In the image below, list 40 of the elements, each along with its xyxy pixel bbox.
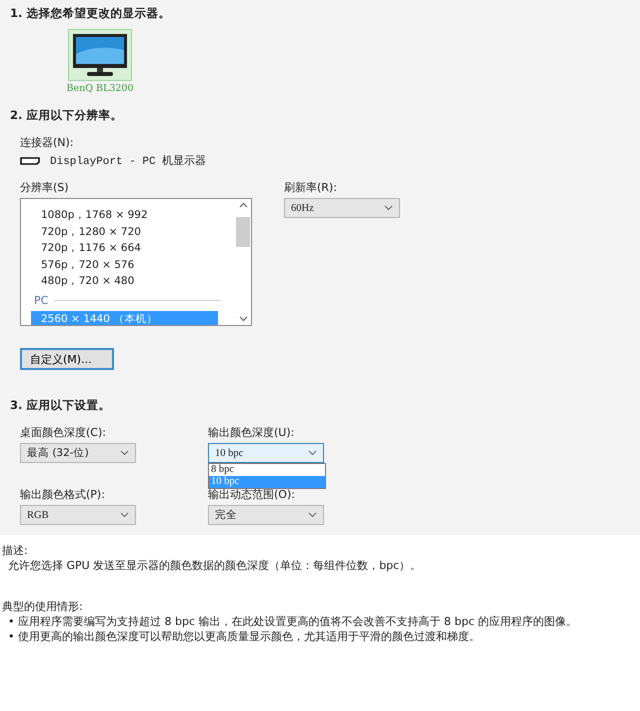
chevron-down-icon bbox=[308, 512, 317, 518]
description-label: 描述: bbox=[2, 543, 29, 558]
refresh-dropdown[interactable]: 60Hz bbox=[284, 198, 400, 218]
description-text: 允许您选择 GPU 发送至显示器的颜色数据的颜色深度（单位：每组件位数，bpc）。 bbox=[8, 558, 422, 573]
dropdown[interactable]: 最高 (32-位) bbox=[20, 443, 136, 463]
usage-bullet: • 使用更高的输出颜色深度可以帮助您以更高质量显示颜色，尤其适用于平滑的颜色过渡和梯度。 bbox=[8, 629, 481, 644]
usage-bullet: • 应用程序需要编写为支持超过 8 bpc 输出，在此处设置更高的值将不会改善不支持高于 8 bpc 的应用程序的图像。 bbox=[8, 614, 578, 629]
dropdown[interactable]: 10 bpc bbox=[208, 443, 324, 463]
group-header: PC bbox=[34, 294, 48, 306]
monitor-tile[interactable] bbox=[68, 29, 132, 81]
connector-value: DisplayPort - PC 机显示器 bbox=[50, 154, 206, 168]
chevron-down-icon bbox=[120, 512, 129, 518]
resolution-item[interactable]: 720p，1280 × 720 bbox=[21, 224, 235, 240]
customize-button[interactable]: 自定义(M)... bbox=[20, 348, 114, 370]
section-title: 1. 选择您希望更改的显示器。 bbox=[10, 6, 172, 21]
chevron-down-icon bbox=[384, 205, 393, 211]
refresh-label: 刷新率(R): bbox=[284, 180, 338, 195]
chevron-down-icon bbox=[308, 450, 317, 456]
monitor-name: BenQ BL3200 bbox=[66, 83, 134, 94]
section-title: 2. 应用以下分辨率。 bbox=[10, 108, 124, 123]
field-label: 输出动态范围(O): bbox=[208, 487, 296, 502]
scrollbar-thumb[interactable] bbox=[236, 217, 250, 247]
chevron-down-icon bbox=[120, 450, 129, 456]
section-title: 3. 应用以下设置。 bbox=[10, 398, 112, 413]
field-label: 输出颜色深度(U): bbox=[208, 425, 296, 440]
field-label: 输出颜色格式(P): bbox=[20, 487, 106, 502]
scroll-up-icon[interactable] bbox=[238, 202, 248, 208]
monitor-icon bbox=[71, 32, 129, 78]
dropdown[interactable]: 完全 bbox=[208, 505, 324, 525]
resolution-item[interactable]: 480p，720 × 480 bbox=[21, 273, 235, 290]
port-icon bbox=[20, 156, 40, 164]
dropdown[interactable]: RGB bbox=[20, 505, 136, 525]
resolution-label: 分辨率(S) bbox=[20, 180, 70, 195]
connector-label: 连接器(N): bbox=[20, 135, 75, 150]
resolution-item[interactable]: 720p，1176 × 664 bbox=[21, 240, 235, 256]
usage-label: 典型的使用情形: bbox=[2, 599, 84, 614]
resolution-item[interactable]: 1080p，1768 × 992 bbox=[21, 207, 235, 224]
scroll-down-icon[interactable] bbox=[238, 316, 248, 322]
resolution-item[interactable]: 576p，720 × 576 bbox=[21, 256, 235, 273]
field-label: 桌面颜色深度(C): bbox=[20, 425, 107, 440]
